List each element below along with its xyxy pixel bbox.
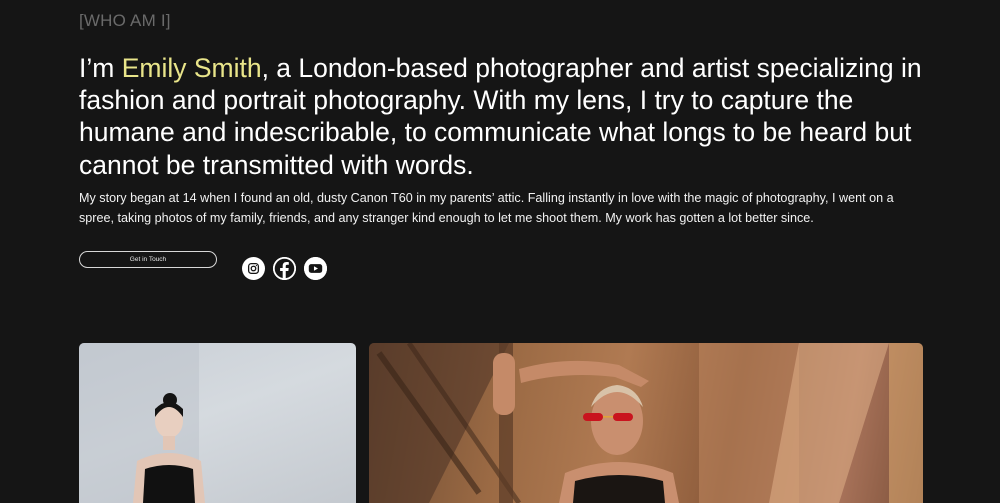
instagram-link[interactable] bbox=[242, 257, 265, 280]
instagram-icon bbox=[247, 262, 260, 275]
portrait-photo-left[interactable] bbox=[79, 343, 356, 503]
section-label: [WHO AM I] bbox=[79, 11, 171, 30]
social-links bbox=[242, 257, 327, 280]
headline: I’m Emily Smith, a London-based photogra… bbox=[79, 52, 939, 181]
portrait-photo-right[interactable] bbox=[369, 343, 923, 503]
bio-text: My story began at 14 when I found an old… bbox=[79, 191, 894, 225]
portrait-figure bbox=[369, 343, 923, 503]
facebook-icon bbox=[273, 257, 296, 280]
youtube-link[interactable] bbox=[304, 257, 327, 280]
facebook-link[interactable] bbox=[273, 257, 296, 280]
youtube-icon bbox=[304, 257, 327, 280]
headline-name: Emily Smith bbox=[121, 53, 262, 83]
portrait-figure bbox=[79, 343, 205, 503]
headline-intro: I’m bbox=[79, 53, 122, 83]
get-in-touch-button[interactable]: Get in Touch bbox=[79, 251, 217, 268]
